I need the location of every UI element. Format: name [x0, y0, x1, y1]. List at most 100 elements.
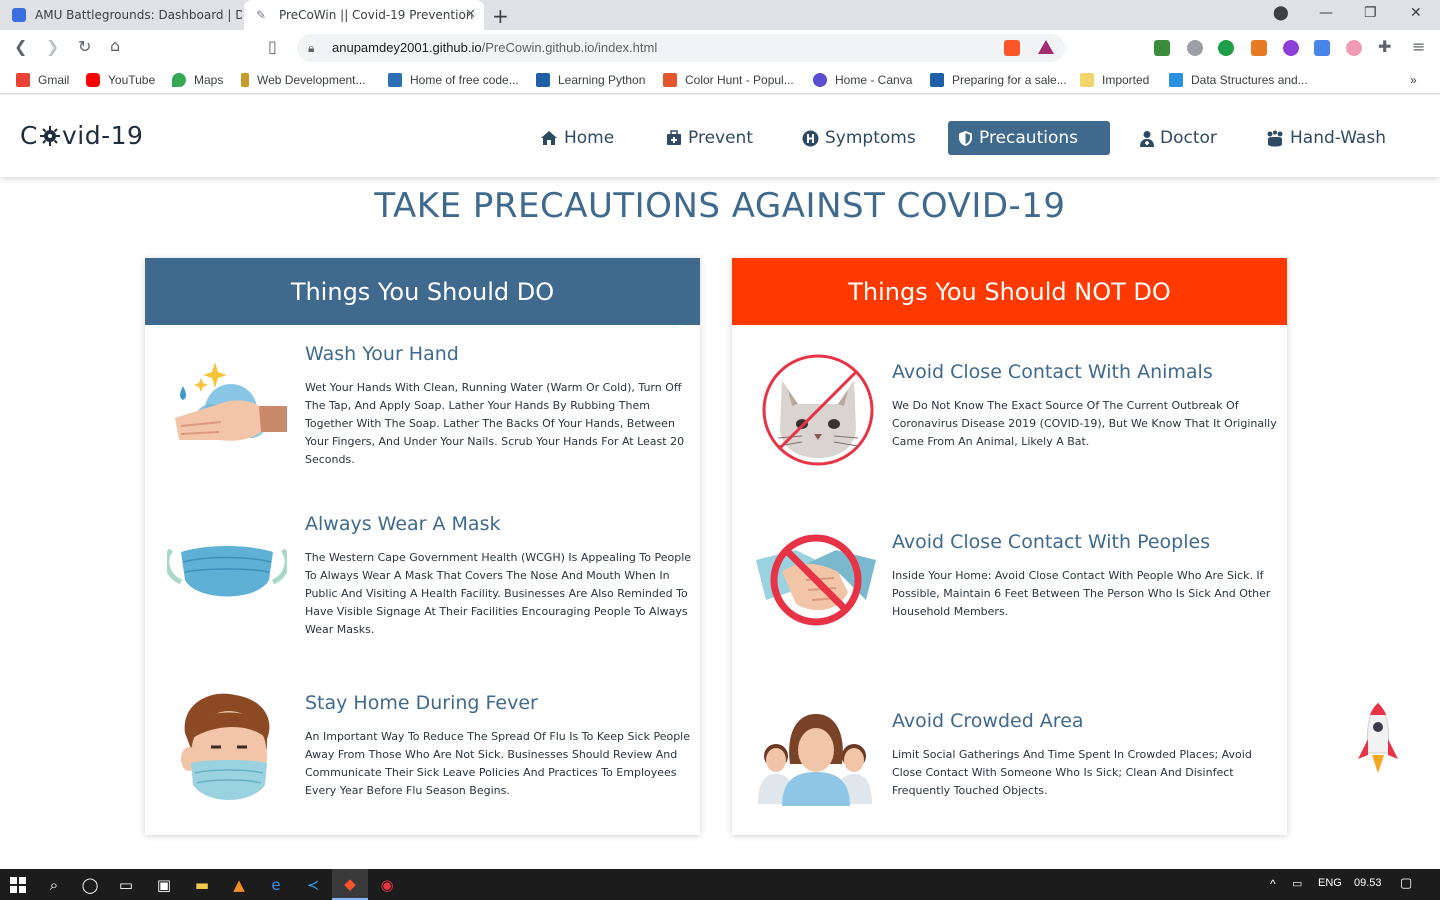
clock[interactable]: 09.53: [1354, 877, 1382, 889]
more-bookmarks-icon[interactable]: »: [1410, 73, 1417, 87]
bookmark-learning-python[interactable]: Learning Python: [536, 73, 645, 87]
restore-icon[interactable]: ❐: [1364, 5, 1377, 21]
task-view-icon[interactable]: ▭: [108, 869, 144, 900]
youtube-icon: [86, 73, 100, 87]
video-icon: [536, 73, 550, 87]
bookmark-preparing-sale[interactable]: Preparing for a sale...: [930, 73, 1067, 87]
brave-rewards-icon[interactable]: [1038, 40, 1054, 54]
nav-home[interactable]: Home: [530, 121, 624, 155]
store-icon[interactable]: ▣: [146, 869, 182, 900]
page-title: TAKE PRECAUTIONS AGAINST COVID-19: [374, 186, 1066, 226]
site-logo[interactable]: C vid-19: [20, 121, 143, 150]
bookmark-web-dev[interactable]: Web Development...: [241, 73, 366, 87]
extension-b-icon[interactable]: [1218, 40, 1234, 56]
scroll-top-rocket-icon[interactable]: [1356, 701, 1400, 777]
bookmark-youtube[interactable]: YouTube: [86, 73, 155, 87]
browser-tab-strip: AMU Battlegrounds: Dashboard | Dev ✎ Pre…: [0, 0, 1440, 30]
network-icon[interactable]: ▭: [1292, 877, 1302, 890]
no-handshake-icon: [756, 534, 876, 626]
app-taskbar-icon[interactable]: ◉: [369, 869, 405, 900]
windows-start-icon[interactable]: [0, 869, 36, 900]
dont-card: Things You Should NOT DO Avoid Close Con…: [732, 258, 1287, 835]
nav-prevent[interactable]: Prevent: [656, 121, 763, 155]
dont-card-title: Things You Should NOT DO: [732, 258, 1287, 325]
item-title: Wash Your Hand: [305, 343, 459, 365]
translate-icon[interactable]: [1314, 40, 1330, 56]
back-icon[interactable]: ❮: [14, 38, 27, 56]
tray-chevron-icon[interactable]: ^: [1270, 877, 1276, 891]
medkit-icon: [667, 130, 681, 145]
extension-avatar-icon[interactable]: [1346, 40, 1362, 56]
bookmark-canva[interactable]: Home - Canva: [813, 73, 912, 87]
web-page: C vid-19 Home Prevent Symptoms Precautio…: [0, 95, 1440, 869]
minimize-icon[interactable]: —: [1319, 5, 1333, 21]
bookmark-data-structures[interactable]: Data Structures and...: [1169, 73, 1308, 87]
language-indicator[interactable]: ENG: [1318, 877, 1342, 889]
canva-icon: [813, 73, 827, 87]
crowd-icon: [758, 714, 872, 806]
metamask-icon[interactable]: [1251, 40, 1267, 56]
tab-favicon-icon: [12, 8, 26, 22]
vlc-icon[interactable]: ▲: [221, 869, 257, 900]
bookmark-free-code[interactable]: Home of free code...: [388, 73, 519, 87]
close-tab-icon[interactable]: ✕: [465, 7, 476, 22]
edge-icon[interactable]: e: [258, 869, 294, 900]
face-mask-icon: [167, 546, 287, 597]
no-animals-icon: [762, 354, 874, 466]
lock-icon: 🔒︎: [308, 41, 315, 55]
do-card-title: Things You Should DO: [145, 258, 700, 325]
shield-icon: [959, 130, 972, 146]
extension-html-icon[interactable]: [1154, 40, 1170, 56]
ds-icon: [1169, 73, 1183, 87]
item-title: Avoid Close Contact With Peoples: [892, 531, 1211, 553]
file-explorer-icon[interactable]: ▬: [184, 869, 220, 900]
item-description: Limit Social Gatherings And Time Spent I…: [892, 748, 1252, 797]
item-description: The Western Cape Government Health (WCGH…: [305, 551, 692, 636]
browser-tab[interactable]: AMU Battlegrounds: Dashboard | Dev: [0, 0, 242, 30]
windows-taskbar: ⌕ ◯ ▭ ▣ ▬ ▲ e ≺ ◆ ◉ ^ ▭ ENG 09.53 ▢: [0, 869, 1440, 900]
extensions-puzzle-icon[interactable]: ✚: [1378, 38, 1391, 56]
freecode-icon: [388, 73, 402, 87]
nav-precautions[interactable]: Precautions: [948, 121, 1110, 155]
dont-item-animals: Avoid Close Contact With Animals We Do N…: [732, 325, 1287, 475]
bookmark-gmail[interactable]: Gmail: [16, 73, 69, 87]
hand-washing-icon: [175, 362, 287, 441]
hospital-icon: [802, 130, 819, 146]
nav-symptoms[interactable]: Symptoms: [792, 121, 926, 155]
doctor-icon: [1140, 130, 1154, 147]
search-icon[interactable]: ⌕: [36, 869, 72, 900]
do-item-stay-home: Stay Home During Fever An Important Way …: [145, 674, 700, 824]
bookmark-maps[interactable]: Maps: [172, 73, 223, 87]
extension-purple-icon[interactable]: [1283, 40, 1299, 56]
do-item-wash-hands: Wash Your Hand Wet Your Hands With Clean…: [145, 325, 700, 475]
address-url[interactable]: anupamdey2001.github.io/PreCowin.github.…: [332, 40, 657, 55]
profile-menu-icon[interactable]: ⬤: [1273, 5, 1289, 21]
vscode-icon[interactable]: ≺: [295, 869, 331, 900]
gmail-icon: [16, 73, 30, 87]
bookmark-color-hunt[interactable]: Color Hunt - Popul...: [663, 73, 794, 87]
nav-doctor[interactable]: Doctor: [1130, 121, 1227, 155]
bookmark-imported[interactable]: Imported: [1080, 73, 1149, 87]
colorhunt-icon: [663, 73, 677, 87]
close-window-icon[interactable]: ✕: [1410, 5, 1422, 21]
bookmark-icon[interactable]: ▯: [268, 38, 277, 56]
nav-hand-wash[interactable]: Hand-Wash: [1256, 121, 1396, 155]
menu-icon[interactable]: ≡: [1412, 38, 1425, 56]
notifications-icon[interactable]: ▢: [1400, 875, 1412, 891]
brave-taskbar-icon[interactable]: ◆: [332, 869, 368, 900]
new-tab-icon[interactable]: +: [492, 4, 509, 28]
hands-wash-icon: [1267, 130, 1283, 146]
item-description: We Do Not Know The Exact Source Of The C…: [892, 399, 1277, 448]
do-item-wear-mask: Always Wear A Mask The Western Cape Gove…: [145, 495, 700, 645]
item-description: An Important Way To Reduce The Spread Of…: [305, 730, 690, 797]
home-browser-icon[interactable]: ⌂: [110, 37, 120, 55]
reload-icon[interactable]: ↻: [78, 38, 91, 56]
item-description: Wet Your Hands With Clean, Running Water…: [305, 381, 685, 466]
brave-shield-icon[interactable]: [1004, 40, 1020, 56]
cortana-icon[interactable]: ◯: [72, 869, 108, 900]
extension-bug-icon[interactable]: [1187, 40, 1203, 56]
web-dev-icon: [241, 73, 249, 87]
forward-icon[interactable]: ❯: [46, 38, 59, 56]
browser-tab-active[interactable]: ✎ PreCoWin || Covid-19 Prevention ✕: [244, 0, 484, 30]
item-title: Avoid Crowded Area: [892, 710, 1084, 732]
